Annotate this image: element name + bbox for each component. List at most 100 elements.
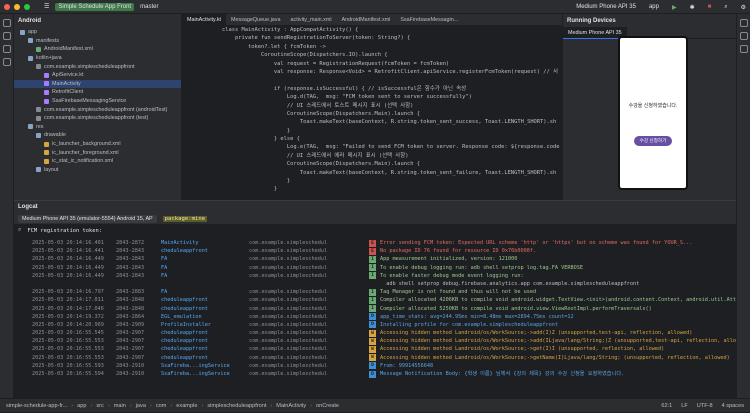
tree-item[interactable]: RetrofitClient xyxy=(14,88,181,97)
running-devices-title: Running Devices xyxy=(567,18,616,24)
close-window-icon[interactable] xyxy=(4,3,10,10)
line-separator[interactable]: LF xyxy=(681,403,688,409)
editor-tab[interactable]: AndroidManifest.xml xyxy=(337,14,396,25)
tree-item[interactable]: drawable xyxy=(14,131,181,140)
log-pid: 2843-2872 xyxy=(116,240,145,246)
tree-item[interactable]: com.example.simplescheduleappfront (test… xyxy=(14,114,181,123)
notifications-icon[interactable] xyxy=(739,19,748,27)
logcat-filter-input[interactable]: package:mine xyxy=(162,215,208,222)
tree-item[interactable]: ApiService.kt xyxy=(14,71,181,80)
tree-item-label: com.example.simplescheduleappfront xyxy=(44,63,135,70)
tree-item[interactable]: MainActivity xyxy=(14,79,181,89)
log-level-badge: D xyxy=(369,321,376,329)
project-name[interactable]: Simple Schedule App Front xyxy=(55,2,135,11)
log-row[interactable]: 2025-05-03 20:14:17.046 2843-2848 chedulea… xyxy=(14,305,736,313)
log-pid: 2843-2843 xyxy=(116,256,145,263)
run-icon[interactable]: ▶ xyxy=(672,4,677,11)
editor-tab[interactable]: activity_main.xml xyxy=(286,14,337,25)
log-message: Compiler allocated 4206KB to compile voi… xyxy=(380,297,736,304)
tree-item[interactable]: kotlin+java xyxy=(14,54,181,63)
log-row[interactable]: 2025-05-03 20:16:55.593 2843-2910 SsaFireb… xyxy=(14,362,736,370)
editor-tab[interactable]: MainActivity.kt xyxy=(182,14,227,25)
log-pid: 2843-2907 xyxy=(116,354,145,361)
breadcrumb-item[interactable]: onCreate xyxy=(316,403,339,409)
breadcrumb-item[interactable]: app xyxy=(77,403,86,409)
log-row[interactable]: 2025-05-03 20:16:55.594 2843-2910 SsaFireb… xyxy=(14,370,736,378)
log-row[interactable]: 2025-05-03 20:14:16.449 2843-2843 FA com.ex… xyxy=(14,264,736,272)
log-row[interactable]: 2025-05-03 20:16:55.553 2843-2907 chedulea… xyxy=(14,337,736,345)
settings-icon[interactable]: ⚙ xyxy=(741,4,746,11)
device-tab[interactable]: Medium Phone API 35 xyxy=(563,27,627,39)
tree-item[interactable]: com.example.simplescheduleappfront xyxy=(14,62,181,71)
log-pid: 2843-2843 xyxy=(116,248,145,255)
logcat-panel: Logcat Medium Phone API 35 (emulator-555… xyxy=(14,200,736,398)
log-row[interactable]: adb shell setprop debug.firebase.analyti… xyxy=(14,280,736,288)
run-config-selector[interactable]: app xyxy=(649,4,659,10)
editor-tabs: MainActivity.kt MessageQueue.java activity… xyxy=(182,14,562,26)
tree-item[interactable]: res xyxy=(14,123,181,132)
breadcrumb-item[interactable]: main xyxy=(114,403,126,409)
device-selector[interactable]: Medium Phone API 35 xyxy=(576,4,636,10)
tree-item[interactable]: app xyxy=(14,28,181,37)
log-timestamp: 2025-05-03 20:14:16.449 xyxy=(32,264,104,271)
main-menu-icon[interactable]: ☰ xyxy=(44,3,49,10)
project-tool-icon[interactable] xyxy=(2,19,11,27)
logcat-search-icon[interactable]: ⌕ xyxy=(18,227,21,234)
breadcrumb-item[interactable]: src xyxy=(96,403,103,409)
minimize-window-icon[interactable] xyxy=(14,3,20,10)
log-row[interactable]: 2025-05-03 20:14:16.401 2843-2872 MainActi… xyxy=(14,239,736,247)
tree-item[interactable]: layout xyxy=(14,166,181,175)
log-row[interactable]: 2025-05-03 20:14:16.797 2843-2883 FA com.ex… xyxy=(14,288,736,296)
log-row[interactable]: 2025-05-03 20:14:20.969 2843-2909 ProfileI… xyxy=(14,321,736,329)
emulator-screen[interactable]: 수강을 신청하였습니다. 수강 신청하기 xyxy=(618,36,688,190)
tree-item[interactable]: ic_stat_ic_notification.xml xyxy=(14,157,181,166)
log-row[interactable]: 2025-05-03 20:16:55.553 2843-2907 chedulea… xyxy=(14,354,736,362)
breadcrumb-item[interactable]: example xyxy=(176,403,197,409)
log-pid: 2843-2843 xyxy=(116,272,145,279)
debug-icon[interactable]: ✱ xyxy=(690,4,695,11)
log-row[interactable]: 2025-05-03 20:14:17.011 2843-2848 chedulea… xyxy=(14,296,736,304)
tree-item[interactable]: manifests xyxy=(14,37,181,46)
log-row[interactable]: 2025-05-03 20:14:16.449 2843-2843 FA com.ex… xyxy=(14,255,736,263)
maximize-window-icon[interactable] xyxy=(24,3,30,10)
enroll-button[interactable]: 수강 신청하기 xyxy=(634,136,672,146)
search-icon[interactable]: ⌕ xyxy=(724,4,727,11)
tree-item[interactable]: AndroidManifest.xml xyxy=(14,45,181,54)
log-row[interactable]: 2025-05-03 20:16:55.553 2843-2907 chedulea… xyxy=(14,345,736,354)
tree-item[interactable]: com.example.simplescheduleappfront (andr… xyxy=(14,105,181,114)
branch-selector[interactable]: master xyxy=(140,4,158,10)
editor-tab[interactable]: SsaFirebaseMessagin... xyxy=(395,14,463,25)
breadcrumb-item[interactable]: simple-schedule-app-fr... xyxy=(6,403,67,409)
code-area[interactable]: class MainActivity : AppCompatActivity()… xyxy=(222,26,562,200)
project-view-selector[interactable]: Android xyxy=(14,14,181,28)
breadcrumb-item[interactable]: simplescheduleappfront xyxy=(207,403,266,409)
indent-setting[interactable]: 4 spaces xyxy=(722,403,744,409)
breadcrumb-item[interactable]: java xyxy=(136,403,146,409)
logcat-device-selector[interactable]: Medium Phone API 35 (emulator-5554) Andr… xyxy=(18,214,157,223)
log-row[interactable]: 2025-05-03 20:14:16.449 2843-2843 FA com.ex… xyxy=(14,272,736,280)
stop-icon[interactable]: ■ xyxy=(708,4,712,10)
gradle-icon[interactable] xyxy=(739,32,748,40)
tree-item[interactable]: ic_launcher_foreground.xml xyxy=(14,148,181,157)
editor-tab[interactable]: MessageQueue.java xyxy=(226,14,285,25)
tree-item[interactable]: ic_launcher_background.xml xyxy=(14,140,181,149)
logcat-search-input[interactable]: FCM registration token: xyxy=(27,228,102,234)
resource-manager-icon[interactable] xyxy=(2,45,11,53)
log-pid: 2843-2848 xyxy=(116,297,145,304)
cursor-position[interactable]: 62:1 xyxy=(661,403,672,409)
breadcrumb-item[interactable]: MainActivity xyxy=(276,403,306,409)
breadcrumb-item[interactable]: com xyxy=(156,403,167,409)
log-pid xyxy=(116,280,161,288)
log-row[interactable]: 2025-05-03 20:16:55.545 2843-2907 chedulea… xyxy=(14,329,736,337)
tree-item-label: ic_launcher_foreground.xml xyxy=(52,149,119,156)
log-row[interactable]: 2025-05-03 20:14:19.372 2843-2864 EGL_emul… xyxy=(14,313,736,321)
logcat-title: Logcat xyxy=(14,201,736,213)
commit-tool-icon[interactable] xyxy=(2,32,11,40)
file-encoding[interactable]: UTF-8 xyxy=(697,403,713,409)
more-tools-icon[interactable] xyxy=(2,58,11,66)
log-tag: cheduleappfront xyxy=(161,330,208,337)
log-timestamp: 2025-05-03 20:16:55.593 xyxy=(32,362,104,369)
tree-item[interactable]: SsaFirebaseMessagingService xyxy=(14,97,181,106)
device-manager-icon[interactable] xyxy=(739,45,748,53)
log-row[interactable]: 2025-05-03 20:14:16.441 2843-2843 chedulea… xyxy=(14,247,736,255)
